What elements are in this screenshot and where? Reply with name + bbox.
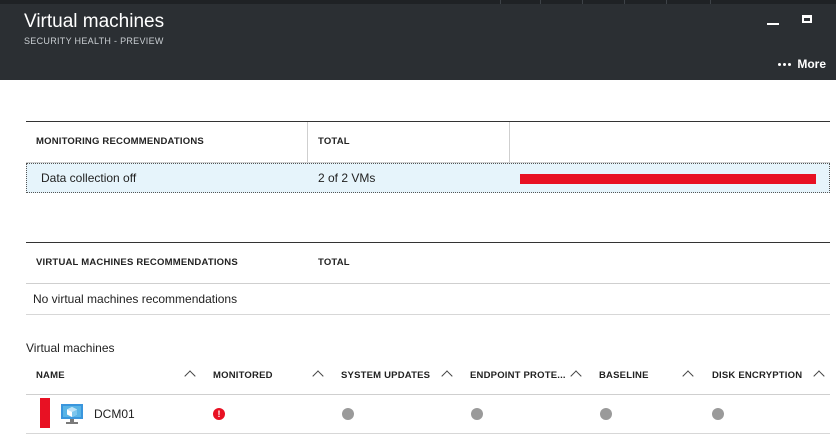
column-header-name[interactable]: NAME: [36, 360, 65, 394]
sort-ascending-icon[interactable]: [441, 370, 453, 382]
recommendation-name: Data collection off: [41, 171, 137, 185]
strip-divider: [666, 0, 667, 4]
column-header-disk-encryption[interactable]: DISK ENCRYPTION: [712, 360, 802, 394]
minimize-button[interactable]: [766, 12, 780, 26]
column-header-system-updates[interactable]: SYSTEM UPDATES: [341, 360, 430, 394]
table-header: MONITORING RECOMMENDATIONS TOTAL: [26, 122, 830, 163]
page-title: Virtual machines: [24, 11, 165, 32]
maximize-button[interactable]: [800, 12, 814, 26]
endpoint-protection-status-icon[interactable]: [471, 408, 483, 420]
vm-name[interactable]: DCM01: [94, 395, 135, 433]
table-header: VIRTUAL MACHINES RECOMMENDATIONS TOTAL: [26, 243, 830, 284]
column-header-baseline[interactable]: BASELINE: [599, 360, 649, 394]
health-status-strip: [40, 398, 50, 428]
strip-divider: [500, 0, 501, 4]
vm-row-dcm01[interactable]: DCM01 !: [26, 395, 830, 434]
strip-divider: [624, 0, 625, 4]
column-divider: [307, 122, 308, 162]
baseline-status-icon[interactable]: [600, 408, 612, 420]
ellipsis-icon: [778, 62, 792, 66]
page-subtitle: SECURITY HEALTH - PREVIEW: [24, 36, 164, 46]
blade-header: Virtual machines SECURITY HEALTH - PREVI…: [0, 0, 836, 80]
sort-ascending-icon[interactable]: [184, 370, 196, 382]
sort-ascending-icon[interactable]: [312, 370, 324, 382]
column-header-total[interactable]: TOTAL: [318, 122, 350, 162]
strip-divider: [540, 0, 541, 4]
minimize-icon: [767, 23, 779, 25]
sort-ascending-icon[interactable]: [682, 370, 694, 382]
monitoring-recommendations-table: MONITORING RECOMMENDATIONS TOTAL Data co…: [26, 121, 830, 193]
column-divider: [509, 122, 510, 162]
more-label: More: [797, 57, 826, 71]
vm-table-header: NAME MONITORED SYSTEM UPDATES ENDPOINT P…: [26, 360, 830, 395]
column-header-recommendations[interactable]: MONITORING RECOMMENDATIONS: [36, 122, 204, 162]
sort-ascending-icon[interactable]: [570, 370, 582, 382]
section-title-virtual-machines: Virtual machines: [26, 341, 115, 355]
column-header-vm-recommendations[interactable]: VIRTUAL MACHINES RECOMMENDATIONS: [36, 243, 238, 283]
recommendation-total: 2 of 2 VMs: [318, 171, 376, 185]
column-header-total[interactable]: TOTAL: [318, 243, 350, 283]
system-updates-status-icon[interactable]: [342, 408, 354, 420]
monitored-alert-icon[interactable]: !: [213, 408, 225, 420]
maximize-icon: [802, 15, 812, 23]
column-header-monitored[interactable]: MONITORED: [213, 360, 273, 394]
virtual-machine-icon: [61, 404, 83, 424]
empty-state-row: No virtual machines recommendations: [26, 284, 830, 315]
table-row-data-collection-off[interactable]: Data collection off 2 of 2 VMs: [26, 163, 830, 193]
vm-recommendations-table: VIRTUAL MACHINES RECOMMENDATIONS TOTAL N…: [26, 242, 830, 315]
column-header-endpoint-protection[interactable]: ENDPOINT PROTE...: [470, 360, 566, 394]
strip-divider: [582, 0, 583, 4]
empty-state-text: No virtual machines recommendations: [33, 292, 238, 306]
disk-encryption-status-icon[interactable]: [712, 408, 724, 420]
severity-bar: [520, 174, 816, 184]
sort-ascending-icon[interactable]: [813, 370, 825, 382]
more-button[interactable]: More: [778, 57, 826, 71]
strip-divider: [710, 0, 711, 4]
